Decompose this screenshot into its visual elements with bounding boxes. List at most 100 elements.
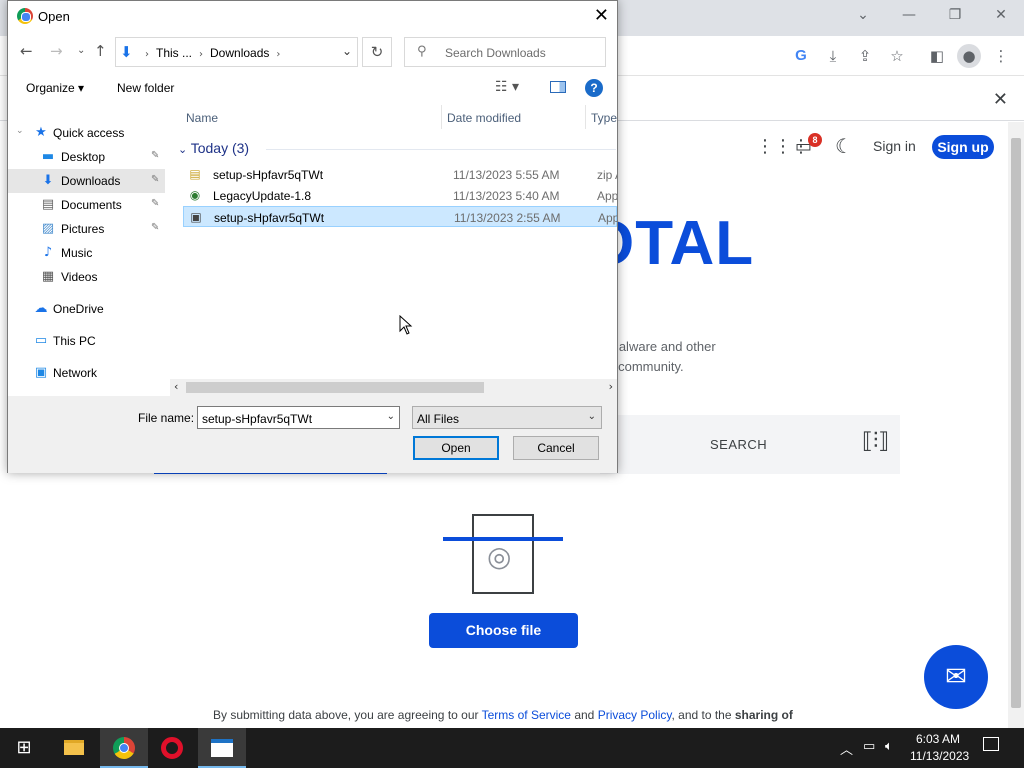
chrome-taskbar-icon[interactable] — [100, 728, 148, 768]
column-divider[interactable] — [585, 105, 586, 129]
column-type[interactable]: Type — [591, 111, 617, 125]
globe-icon: ◉ — [189, 188, 201, 202]
terms-bold: sharing of — [734, 708, 793, 722]
google-icon[interactable]: G — [789, 44, 813, 68]
forward-icon[interactable]: → — [50, 42, 63, 60]
moon-icon[interactable]: ☾ — [835, 134, 853, 158]
tab-search[interactable]: SEARCH — [710, 437, 767, 452]
column-date-modified[interactable]: Date modified — [447, 111, 521, 125]
clock-time[interactable]: 6:03 AM — [916, 732, 960, 746]
dialog-nav-row: ← → ⌄ ↑ ⬇ › This ... › Downloads › ⌄ ↻ ⚲ Sea… — [8, 32, 617, 72]
search-icon: ⚲ — [417, 44, 427, 59]
sidebar-item-documents[interactable]: ▤ Documents ✎ — [8, 193, 165, 217]
sidebar-item-pictures[interactable]: ▨ Pictures ✎ — [8, 217, 165, 241]
sidebar-item-network[interactable]: ▣ Network — [8, 361, 165, 385]
download-icon: ⬇ — [42, 173, 54, 188]
file-name: setup-sHpfavr5qTWt — [213, 168, 324, 182]
view-options-icon[interactable]: ☷ ▾ — [495, 79, 519, 95]
profile-icon[interactable]: ● — [957, 44, 981, 68]
open-file-dialog: Open ✕ ← → ⌄ ↑ ⬇ › This ... › Downloads › ⌄ … — [7, 0, 618, 473]
installer-icon: ▣ — [190, 210, 202, 224]
sidebar-item-music[interactable]: ♪ Music — [8, 241, 165, 265]
file-row[interactable]: ▤ setup-sHpfavr5qTWt 11/13/2023 5:55 AM … — [183, 164, 617, 185]
close-icon[interactable]: ✕ — [594, 5, 609, 26]
sidebar-item-downloads[interactable]: ⬇ Downloads ✎ — [8, 169, 165, 193]
breadcrumb-downloads[interactable]: Downloads — [210, 46, 269, 60]
desktop-icon: ▬ — [41, 149, 55, 164]
chevron-down-icon: ⌄ — [178, 143, 191, 156]
sidebar-item-label: OneDrive — [53, 302, 104, 316]
sidebar-item-videos[interactable]: ▦ Videos — [8, 265, 165, 289]
dialog-title: Open — [38, 9, 70, 24]
chevron-down-icon[interactable]: ⌄ — [16, 126, 24, 136]
column-divider[interactable] — [441, 105, 442, 129]
download-icon[interactable]: ⤓ — [821, 44, 845, 68]
chevron-down-icon[interactable]: ⌄ — [342, 44, 352, 58]
recent-dropdown-icon[interactable]: ⌄ — [77, 45, 85, 56]
sidebar-item-quick-access[interactable]: ⌄ ★ Quick access — [8, 121, 165, 145]
chevron-down-icon[interactable]: ⌄ — [588, 411, 596, 422]
chat-support-icon[interactable]: ✉ — [924, 645, 988, 709]
sidebar-item-desktop[interactable]: ▬ Desktop ✎ — [8, 145, 165, 169]
preview-pane-icon[interactable] — [550, 81, 566, 93]
new-folder-button[interactable]: New folder — [117, 81, 174, 95]
breadcrumb-this-pc[interactable]: This ... — [156, 46, 192, 60]
windows-start-icon[interactable]: ⊞ — [0, 728, 48, 768]
action-center-icon[interactable] — [983, 737, 999, 751]
address-bar[interactable]: ⬇ › This ... › Downloads › ⌄ — [115, 37, 358, 67]
sign-in-link[interactable]: Sign in — [873, 138, 916, 154]
sidebar-item-this-pc[interactable]: ▭ This PC — [8, 329, 165, 353]
infobar-close-icon[interactable]: ✕ — [993, 89, 1008, 110]
sidepanel-icon[interactable]: ◧ — [925, 44, 949, 68]
opera-icon[interactable] — [148, 728, 196, 768]
organize-button[interactable]: Organize ▾ — [26, 81, 84, 95]
privacy-policy-link[interactable]: Privacy Policy — [598, 708, 672, 722]
search-downloads-input[interactable]: ⚲ Search Downloads — [404, 37, 606, 67]
help-icon[interactable]: ? — [585, 79, 603, 97]
network-icon[interactable]: ▭ — [863, 739, 875, 754]
documents-icon: ▤ — [41, 197, 55, 212]
scroll-left-icon[interactable]: ‹ — [174, 380, 178, 393]
page-scrollbar-thumb[interactable] — [1011, 138, 1021, 708]
page-scrollbar[interactable] — [1008, 122, 1024, 728]
sidebar-item-label: Quick access — [53, 126, 125, 140]
terms-of-service-link[interactable]: Terms of Service — [482, 708, 571, 722]
choose-file-button[interactable]: Choose file — [429, 613, 578, 648]
tab-search-icon[interactable]: ⌄ — [851, 6, 875, 24]
file-row-selected[interactable]: ▣ setup-sHpfavr5qTWt 11/13/2023 2:55 AM … — [183, 206, 617, 227]
star-icon[interactable]: ☆ — [885, 44, 909, 68]
column-name[interactable]: Name — [186, 111, 218, 125]
chevron-down-icon[interactable]: ⌄ — [387, 411, 395, 422]
file-explorer-icon[interactable] — [50, 728, 98, 768]
music-icon: ♪ — [43, 245, 53, 260]
back-icon[interactable]: ← — [20, 42, 33, 60]
share-icon[interactable]: ⇪ — [853, 44, 877, 68]
barcode-icon[interactable]: ⟦⫶⟧ — [862, 429, 889, 454]
minimize-button[interactable]: — — [897, 6, 921, 24]
open-dialog-taskbar-icon[interactable] — [198, 728, 246, 768]
clock-date[interactable]: 11/13/2023 — [910, 749, 969, 763]
group-header-today[interactable]: ⌄ Today (3) — [178, 140, 249, 156]
file-type-select[interactable]: All Files ⌄ — [412, 406, 602, 429]
up-icon[interactable]: ↑ — [94, 42, 107, 60]
file-name-input[interactable]: setup-sHpfavr5qTWt ⌄ — [197, 406, 400, 429]
refresh-icon[interactable]: ↻ — [362, 37, 392, 67]
sidebar-item-label: Downloads — [61, 174, 121, 188]
cancel-button[interactable]: Cancel — [513, 436, 599, 460]
dialog-titlebar: Open ✕ — [8, 1, 617, 32]
file-name-label: File name: — [138, 411, 195, 425]
scroll-right-icon[interactable]: › — [609, 380, 613, 393]
taskbar: ⊞ ︿ ▭ 🔈︎ 6:03 AM 11/13/2023 — [0, 728, 1024, 768]
scrollbar-thumb[interactable] — [186, 382, 484, 393]
restore-button[interactable]: ❐ — [943, 6, 967, 24]
file-row[interactable]: ◉ LegacyUpdate-1.8 11/13/2023 5:40 AM Ap… — [183, 185, 617, 206]
volume-icon[interactable]: 🔈︎ — [885, 739, 893, 754]
open-button[interactable]: Open — [413, 436, 499, 460]
sidebar-item-onedrive[interactable]: ☁ OneDrive — [8, 297, 165, 321]
pin-icon: ✎ — [151, 150, 160, 161]
menu-icon[interactable]: ⋮ — [989, 44, 1013, 68]
show-hidden-icons-icon[interactable]: ︿ — [840, 739, 853, 758]
sign-up-button[interactable]: Sign up — [932, 135, 994, 159]
close-window-button[interactable]: ✕ — [989, 6, 1013, 24]
horizontal-scrollbar[interactable]: ‹ › — [170, 379, 617, 396]
